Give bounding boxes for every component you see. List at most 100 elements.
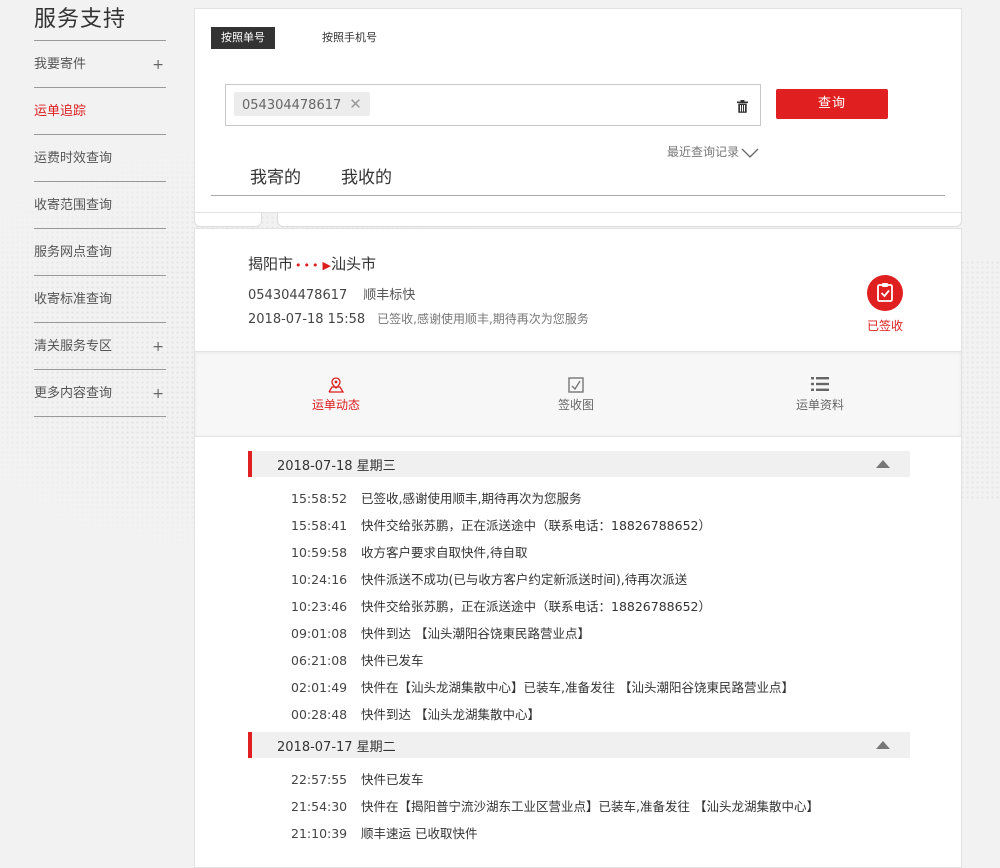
route-origin: 揭阳市 [248, 255, 294, 273]
timeline-event: 21:54:30 快件在【揭阳普宁流沙湖东工业区营业点】已装车,准备发往 【汕头龙… [291, 796, 819, 815]
search-panel: 按照单号 按照手机号 054304478617 ✕ 查询 最近查询记录 我寄的 我… [194, 8, 962, 213]
event-desc: 快件已发车 [361, 772, 424, 787]
close-icon[interactable]: ✕ [349, 95, 362, 113]
list-icon [770, 376, 870, 396]
route-dots-icon: ••• [295, 259, 321, 272]
trash-icon[interactable] [737, 98, 748, 117]
sidebar-item-label: 收寄范围查询 [34, 198, 113, 213]
event-desc: 快件派送不成功(已与收方客户约定新派送时间),待再次派送 [361, 572, 688, 587]
date-label: 2018-07-18 星期三 [277, 459, 396, 474]
event-desc: 快件到达 【汕头潮阳谷饶東民路营业点】 [361, 626, 590, 641]
event-time: 10:24:16 [291, 572, 348, 587]
waybill-search-input[interactable]: 054304478617 ✕ [225, 84, 761, 126]
date-label: 2018-07-17 星期二 [277, 740, 396, 755]
signed-badge: 已签收 [861, 275, 909, 334]
signature-image-icon [526, 376, 626, 396]
event-time: 22:57:55 [291, 772, 348, 787]
event-time: 15:58:52 [291, 491, 348, 506]
sidebar-item-freight-query[interactable]: 运费时效查询 [34, 135, 166, 182]
collapse-triangle-icon[interactable] [876, 460, 890, 468]
timeline-event: 22:57:55 快件已发车 [291, 769, 424, 788]
event-time: 10:59:58 [291, 545, 348, 560]
waybill-number: 054304478617 [248, 288, 348, 303]
tab-received[interactable]: 我收的 [341, 163, 392, 188]
action-bar: 运单动态 签收图 运单资料 [195, 351, 961, 437]
signed-label: 已签收 [866, 319, 903, 333]
tab-divider [211, 195, 945, 196]
signature-label: 签收图 [557, 398, 594, 412]
chip-value: 054304478617 [242, 98, 342, 113]
sidebar-item-outlet-query[interactable]: 服务网点查询 [34, 229, 166, 276]
date-group-header[interactable]: 2018-07-17 星期二 [248, 732, 910, 758]
latest-status: 2018-07-18 15:58 已签收,感谢使用顺丰,期待再次为您服务 [248, 310, 589, 327]
event-time: 00:28:48 [291, 707, 348, 722]
tab-by-waybill[interactable]: 按照单号 [211, 27, 275, 49]
event-desc: 顺丰速运 已收取快件 [361, 826, 478, 841]
event-desc: 快件交给张苏鹏，正在派送途中（联系电话：18826788652） [361, 518, 711, 533]
sidebar-item-standard-query[interactable]: 收寄标准查询 [34, 276, 166, 323]
details-label: 运单资料 [795, 398, 844, 412]
expand-plus-icon[interactable]: + [152, 41, 164, 89]
expand-plus-icon[interactable]: + [152, 323, 164, 371]
timeline-event: 10:24:16 快件派送不成功(已与收方客户约定新派送时间),待再次派送 [291, 569, 687, 588]
sidebar-item-label: 更多内容查询 [34, 386, 113, 401]
signed-clipboard-icon [867, 275, 903, 311]
sidebar-item-label: 收寄标准查询 [34, 292, 113, 307]
sidebar: 服务支持 我要寄件 + 运单追踪 运费时效查询 收寄范围查询 服务网点查询 收寄标… [34, 0, 166, 417]
timeline-event: 06:21:08 快件已发车 [291, 650, 424, 669]
timeline-event: 15:58:52 已签收,感谢使用顺丰,期待再次为您服务 [291, 488, 581, 507]
service-type: 顺丰标快 [363, 288, 416, 303]
timeline-event: 09:01:08 快件到达 【汕头潮阳谷饶東民路营业点】 [291, 623, 590, 642]
sidebar-item-customs[interactable]: 清关服务专区 + [34, 323, 166, 370]
waybill-info: 054304478617 顺丰标快 [248, 284, 415, 303]
sidebar-item-label: 运费时效查询 [34, 151, 113, 166]
recent-records-label: 最近查询记录 [667, 145, 740, 159]
event-desc: 收方客户要求自取快件,待自取 [361, 545, 528, 560]
chevron-down-icon [739, 145, 759, 159]
timeline-event: 02:01:49 快件在【汕头龙湖集散中心】已装车,准备发往 【汕头潮阳谷饶東民路… [291, 677, 794, 696]
route-arrow-icon: ▶ [322, 259, 331, 272]
sidebar-item-tracking[interactable]: 运单追踪 [34, 88, 166, 135]
waybill-result-panel: 揭阳市 ••• ▶汕头市 054304478617 顺丰标快 2018-07-18 1… [194, 228, 962, 868]
collapsed-tab-stub [277, 213, 962, 227]
status-datetime: 2018-07-18 15:58 [248, 312, 366, 327]
event-time: 21:54:30 [291, 799, 348, 814]
collapsed-tab-stub [194, 213, 262, 227]
waybill-chip: 054304478617 ✕ [234, 92, 370, 116]
tab-by-phone[interactable]: 按照手机号 [312, 27, 387, 49]
timeline-event: 21:10:39 顺丰速运 已收取快件 [291, 823, 477, 842]
event-time: 21:10:39 [291, 826, 348, 841]
event-time: 02:01:49 [291, 680, 348, 695]
tracking-action[interactable]: 运单动态 [286, 376, 386, 413]
route-destination: 汕头市 [330, 255, 376, 273]
expand-plus-icon[interactable]: + [152, 370, 164, 418]
collapse-triangle-icon[interactable] [876, 741, 890, 749]
sidebar-item-label: 清关服务专区 [34, 339, 113, 354]
date-group-header[interactable]: 2018-07-18 星期三 [248, 451, 910, 477]
tab-sent[interactable]: 我寄的 [250, 163, 301, 188]
query-button[interactable]: 查询 [776, 89, 888, 119]
timeline-event: 10:23:46 快件交给张苏鹏，正在派送途中（联系电话：18826788652） [291, 596, 711, 615]
tracking-label: 运单动态 [311, 398, 360, 412]
event-desc: 快件在【揭阳普宁流沙湖东工业区营业点】已装车,准备发往 【汕头龙湖集散中心】 [361, 799, 819, 814]
sidebar-item-label: 我要寄件 [34, 57, 87, 72]
event-desc: 快件交给张苏鹏，正在派送途中（联系电话：18826788652） [361, 599, 711, 614]
sidebar-item-coverage-query[interactable]: 收寄范围查询 [34, 182, 166, 229]
sidebar-title: 服务支持 [34, 0, 166, 41]
event-desc: 已签收,感谢使用顺丰,期待再次为您服务 [361, 491, 582, 506]
recent-records-link[interactable]: 最近查询记录 [667, 143, 759, 160]
sidebar-item-label: 服务网点查询 [34, 245, 113, 260]
sidebar-item-send[interactable]: 我要寄件 + [34, 41, 166, 88]
sidebar-item-more[interactable]: 更多内容查询 + [34, 370, 166, 417]
event-time: 10:23:46 [291, 599, 348, 614]
map-pin-icon [286, 376, 386, 396]
details-action[interactable]: 运单资料 [770, 376, 870, 413]
event-time: 09:01:08 [291, 626, 348, 641]
event-desc: 快件在【汕头龙湖集散中心】已装车,准备发往 【汕头潮阳谷饶東民路营业点】 [361, 680, 794, 695]
timeline-event: 10:59:58 收方客户要求自取快件,待自取 [291, 542, 527, 561]
timeline-event: 00:28:48 快件到达 【汕头龙湖集散中心】 [291, 704, 540, 723]
event-desc: 快件到达 【汕头龙湖集散中心】 [361, 707, 540, 722]
route: 揭阳市 ••• ▶汕头市 [248, 253, 376, 274]
signature-action[interactable]: 签收图 [526, 376, 626, 413]
timeline-event: 15:58:41 快件交给张苏鹏，正在派送途中（联系电话：18826788652） [291, 515, 711, 534]
